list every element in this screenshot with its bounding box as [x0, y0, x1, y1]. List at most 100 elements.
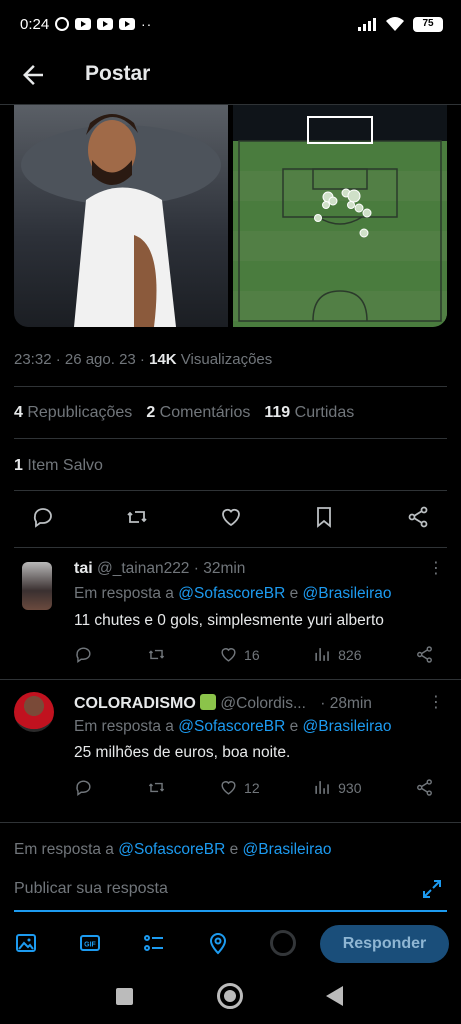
avatar[interactable]: [14, 692, 54, 732]
in-reply-to: Em resposta a @SofascoreBR e @Brasileira…: [74, 718, 392, 736]
like-button[interactable]: 12: [219, 778, 260, 797]
top-app-bar: Postar: [0, 50, 461, 105]
mention-link[interactable]: @SofascoreBR: [178, 585, 285, 602]
reply-author-name[interactable]: tai: [74, 560, 93, 577]
reposts-label: Republicações: [22, 404, 133, 421]
views-label: Visualizações: [176, 351, 273, 368]
in-reply-prefix: Em resposta a: [14, 841, 119, 858]
comment-icon: [76, 780, 91, 797]
mention-link[interactable]: @Brasileirao: [243, 841, 332, 858]
bar-chart-icon: [315, 648, 329, 661]
input-underline: [14, 910, 447, 912]
image-icon[interactable]: [14, 931, 38, 955]
battery-icon: 75: [413, 16, 443, 32]
signal-icon: [358, 18, 376, 31]
share-icon[interactable]: [406, 505, 430, 529]
repost-button[interactable]: [147, 645, 166, 664]
mention-joiner: e: [225, 841, 243, 858]
divider: [14, 386, 447, 387]
system-icons: 75: [357, 16, 443, 32]
reply-header: tai @_tainan222 · 32min: [74, 560, 245, 578]
youtube-icon: [75, 18, 91, 30]
reposts-count: 4: [14, 404, 23, 421]
respond-button[interactable]: Responder: [320, 925, 449, 963]
mention-joiner: e: [285, 585, 303, 602]
alarm-icon: [55, 17, 69, 31]
mention-link[interactable]: @SofascoreBR: [178, 718, 285, 735]
repost-icon[interactable]: [125, 505, 149, 529]
share-button[interactable]: [415, 645, 434, 664]
likes-count: 119: [264, 404, 291, 421]
views-button[interactable]: 826: [313, 645, 361, 664]
more-options-icon[interactable]: ⋮: [428, 692, 444, 712]
badge-emoji-icon: [200, 694, 217, 710]
bookmark-icon[interactable]: [312, 505, 336, 529]
like-button[interactable]: 16: [219, 645, 260, 664]
reply-author-name[interactable]: COLORADISMO: [74, 695, 196, 712]
gif-icon[interactable]: GIF: [78, 931, 102, 955]
share-button[interactable]: [415, 778, 434, 797]
bar-chart-icon: [315, 781, 329, 794]
arrow-left-icon[interactable]: [18, 60, 48, 90]
status-bar: 0:24 ·· 75: [0, 0, 461, 50]
comment-icon[interactable]: [31, 505, 55, 529]
comments-label: Comentários: [155, 404, 251, 421]
page-title: Postar: [85, 62, 151, 85]
wifi-icon: [386, 17, 404, 31]
mention-link[interactable]: @SofascoreBR: [118, 841, 225, 858]
reply-text: 25 milhões de euros, boa noite.: [74, 744, 291, 761]
comments-stat[interactable]: 2 Comentários: [146, 404, 250, 422]
reply-item[interactable]: COLORADISMO @Colordis... · 28min ⋮ Em re…: [0, 680, 461, 810]
share-icon: [417, 646, 432, 663]
youtube-icon: [97, 18, 113, 30]
repost-icon: [148, 649, 164, 660]
mention-link[interactable]: @Brasileirao: [303, 585, 392, 602]
reposts-stat[interactable]: 4 Republicações: [14, 404, 132, 422]
reply-text: 11 chutes e 0 gols, simplesmente yuri al…: [74, 612, 384, 629]
notification-icons: ··: [55, 16, 152, 32]
avatar[interactable]: [22, 562, 52, 610]
reply-button[interactable]: [74, 778, 93, 797]
reply-item[interactable]: tai @_tainan222 · 32min ⋮ Em resposta a …: [0, 548, 461, 678]
saved-stat[interactable]: 1 Item Salvo: [14, 457, 103, 475]
in-reply-to: Em resposta a @SofascoreBR e @Brasileira…: [74, 585, 392, 603]
saved-count: 1: [14, 457, 23, 474]
mention-link[interactable]: @Brasileirao: [303, 718, 392, 735]
back-triangle-icon[interactable]: [326, 986, 343, 1006]
post-image-shotmap[interactable]: [233, 105, 447, 327]
in-reply-prefix: Em resposta a: [74, 718, 179, 735]
reply-time: · 28min: [320, 695, 372, 712]
player-photo: [21, 114, 221, 327]
reply-header: COLORADISMO @Colordis... · 28min: [74, 694, 372, 713]
heart-icon: [221, 648, 236, 662]
in-reply-prefix: Em resposta a: [74, 585, 179, 602]
heart-icon[interactable]: [219, 505, 243, 529]
composer-in-reply-to: Em resposta a @SofascoreBR e @Brasileira…: [14, 841, 332, 859]
clock: 0:24: [20, 16, 50, 33]
reply-handle: @Colordis...: [220, 695, 306, 712]
repost-icon: [148, 782, 164, 793]
view-count: 930: [338, 779, 362, 796]
expand-icon[interactable]: [420, 877, 444, 901]
likes-stat[interactable]: 119 Curtidas: [264, 404, 354, 422]
youtube-icon: [119, 18, 135, 30]
engagement-stats: 4 Republicações 2 Comentários 119 Curtid…: [14, 404, 354, 422]
more-notifications-icon: ··: [141, 16, 153, 32]
divider: [14, 438, 447, 439]
svg-text:GIF: GIF: [84, 942, 96, 949]
post-image-player[interactable]: [14, 105, 228, 327]
recents-icon[interactable]: [116, 988, 133, 1005]
reply-input[interactable]: Publicar sua resposta: [14, 880, 168, 898]
location-icon[interactable]: [206, 931, 230, 955]
post-timestamp-row: 23:32 · 26 ago. 23 · 14K Visualizações: [14, 351, 272, 368]
views-button[interactable]: 930: [313, 778, 361, 797]
poll-icon[interactable]: [142, 931, 166, 955]
post-timestamp: 23:32 · 26 ago. 23 ·: [14, 351, 150, 368]
view-count: 826: [338, 646, 362, 663]
home-icon[interactable]: [217, 983, 243, 1009]
reply-button[interactable]: [74, 645, 93, 664]
more-options-icon[interactable]: ⋮: [428, 558, 444, 578]
likes-label: Curtidas: [290, 404, 355, 421]
repost-button[interactable]: [147, 778, 166, 797]
like-count: 12: [244, 779, 260, 796]
